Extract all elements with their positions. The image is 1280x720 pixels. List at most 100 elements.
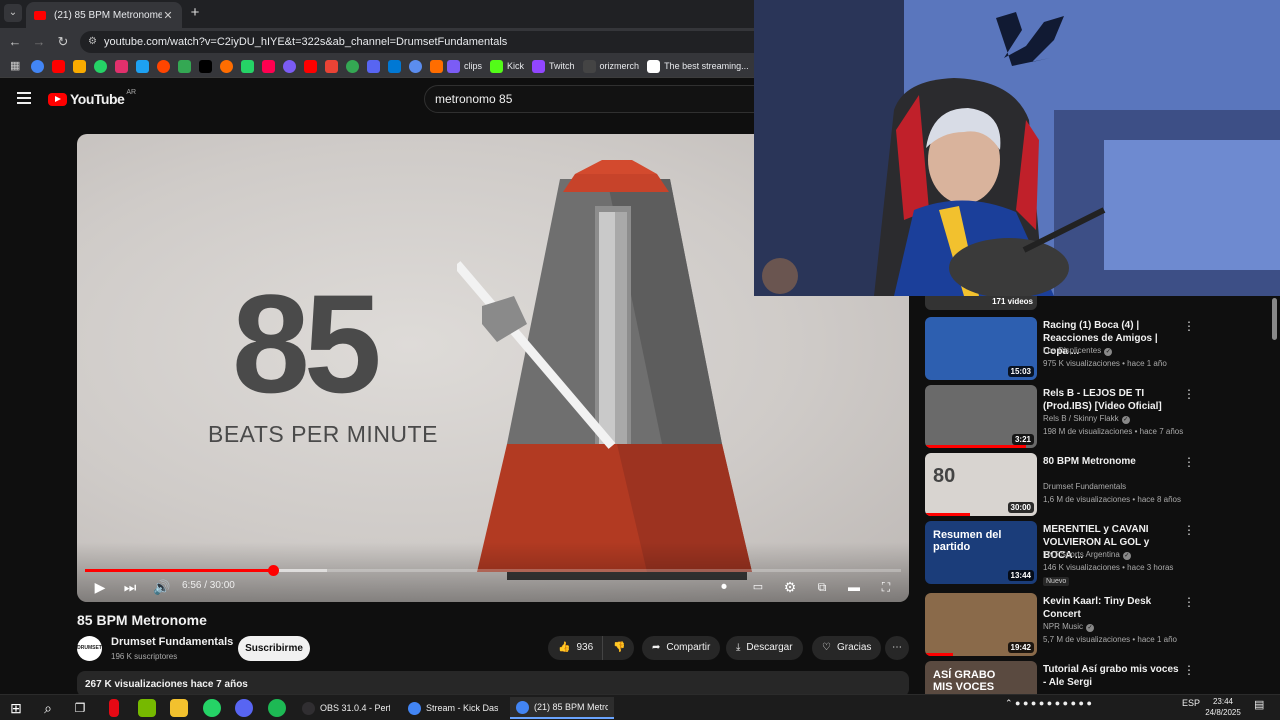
taskbar-app-label: OBS 31.0.4 - Perfil: ... xyxy=(320,703,390,713)
share-button[interactable]: ➦ Compartir xyxy=(642,636,721,660)
recommended-video[interactable]: 19:42 Kevin Kaarl: Tiny Desk Concert NPR M… xyxy=(925,593,1255,657)
bookmark-site-icon[interactable] xyxy=(262,59,275,73)
thanks-button[interactable]: ♡ Gracias xyxy=(812,636,882,660)
video-thumbnail[interactable]: 80 30:00 xyxy=(925,453,1037,516)
more-actions-icon[interactable]: ⋯ xyxy=(885,636,909,660)
bookmark-item[interactable]: orizmerch xyxy=(582,59,639,73)
recommended-video[interactable]: 80 30:00 80 BPM Metronome Drumset Fundament… xyxy=(925,453,1255,517)
taskbar-app-button[interactable]: (21) 85 BPM Metro... xyxy=(510,697,614,719)
more-options-icon[interactable]: ⋮ xyxy=(1183,455,1195,469)
bookmark-item[interactable]: clips xyxy=(447,59,482,73)
volume-icon[interactable]: 🔊 xyxy=(153,577,171,597)
more-options-icon[interactable]: ⋮ xyxy=(1183,387,1195,401)
bookmark-site-icon[interactable] xyxy=(388,59,401,73)
spotify-icon[interactable] xyxy=(268,699,286,717)
bookmark-site-icon[interactable] xyxy=(304,59,317,73)
bookmark-item[interactable]: The best streaming... xyxy=(647,59,749,73)
play-icon[interactable]: ▶ xyxy=(91,577,109,597)
sidebar-scrollbar-thumb[interactable] xyxy=(1272,298,1277,340)
bookmark-site-icon[interactable] xyxy=(409,59,422,73)
nvidia-icon[interactable] xyxy=(138,699,156,717)
bookmark-site-icon[interactable] xyxy=(220,59,233,73)
bookmark-site-icon[interactable] xyxy=(346,59,359,73)
next-video-icon[interactable]: ⏭ xyxy=(121,577,139,597)
video-thumbnail[interactable]: 19:42 xyxy=(925,593,1037,656)
theater-mode-icon[interactable]: ▬ xyxy=(845,577,863,597)
subtitles-icon[interactable]: ▭ xyxy=(749,577,767,597)
bookmark-site-icon[interactable] xyxy=(178,59,191,73)
progress-scrubber-handle[interactable] xyxy=(268,565,279,576)
tray-icons[interactable]: ⌃ ● ● ● ● ● ● ● ● ● ● xyxy=(1005,698,1092,709)
browser-tab-active[interactable]: (21) 85 BPM Metronome - YouT ✕ xyxy=(26,2,182,28)
bookmark-item[interactable]: Twitch xyxy=(532,59,575,73)
recommended-video-title[interactable]: Tutorial Así grabo mis voces - Ale Sergi xyxy=(1043,663,1181,689)
bookmark-site-icon[interactable] xyxy=(73,59,86,73)
discord-icon[interactable] xyxy=(235,699,253,717)
recommended-video-title[interactable]: 80 BPM Metronome xyxy=(1043,455,1181,468)
recommended-channel[interactable]: Drumset Fundamentals xyxy=(1043,482,1126,491)
system-clock[interactable]: 23:44 24/8/2025 xyxy=(1198,696,1248,718)
netflix-icon[interactable] xyxy=(109,699,119,717)
bookmark-site-icon[interactable] xyxy=(52,59,65,73)
bookmark-site-icon[interactable] xyxy=(430,59,443,73)
recommended-channel[interactable]: Rels B / Skinny Flakk ✓ xyxy=(1043,414,1130,424)
file-explorer-icon[interactable] xyxy=(170,699,188,717)
bookmark-site-icon[interactable] xyxy=(31,59,44,73)
tab-close-icon[interactable]: ✕ xyxy=(162,9,174,22)
new-tab-plus-icon[interactable]: + xyxy=(186,4,204,22)
windows-start-icon[interactable]: ⊞ xyxy=(7,699,25,717)
download-button[interactable]: ⤓ Descargar xyxy=(726,636,803,660)
back-arrow-icon[interactable]: ← xyxy=(6,33,24,51)
more-options-icon[interactable]: ⋮ xyxy=(1183,319,1195,333)
bookmark-site-icon[interactable] xyxy=(157,59,170,73)
recommended-video[interactable]: 15:03 Racing (1) Boca (4) | Reacciones de… xyxy=(925,317,1255,381)
more-options-icon[interactable]: ⋮ xyxy=(1183,663,1195,677)
video-thumbnail[interactable]: 15:03 xyxy=(925,317,1037,380)
recommended-video[interactable]: 3:21 Rels B - LEJOS DE TI (Prod.IBS) [Vid… xyxy=(925,385,1255,449)
more-options-icon[interactable]: ⋮ xyxy=(1183,595,1195,609)
apps-grid-icon[interactable]: ▦ xyxy=(10,60,23,73)
video-thumbnail[interactable]: Resumen del partido 13:44 xyxy=(925,521,1037,584)
recommended-channel[interactable]: NPR Music ✓ xyxy=(1043,622,1095,632)
bookmark-site-icon[interactable] xyxy=(283,59,296,73)
bookmark-site-icon[interactable] xyxy=(325,59,338,73)
site-info-icon[interactable]: ⚙ xyxy=(88,31,97,53)
autoplay-toggle[interactable]: ⏺ xyxy=(712,577,736,597)
bookmark-site-icon[interactable] xyxy=(199,59,212,73)
more-options-icon[interactable]: ⋮ xyxy=(1183,523,1195,537)
screen: ⌄ (21) 85 BPM Metronome - YouT ✕ + ← → ↻… xyxy=(0,0,1280,720)
subscribe-button[interactable]: Suscribirme xyxy=(238,636,310,661)
taskbar-app-button[interactable]: Stream - Kick Dash... xyxy=(402,697,504,719)
forward-arrow-icon[interactable]: → xyxy=(30,33,48,51)
recommended-channel[interactable]: TNT Sports Argentina ✓ xyxy=(1043,550,1131,560)
like-button[interactable]: 👍 936 xyxy=(548,636,602,660)
like-count: 936 xyxy=(576,642,594,653)
bookmark-site-icon[interactable] xyxy=(136,59,149,73)
miniplayer-icon[interactable]: ⧉ xyxy=(813,577,831,597)
settings-gear-icon[interactable]: ⚙ xyxy=(781,577,799,597)
recommended-video[interactable]: Resumen del partido 13:44 MERENTIEL y CAVA… xyxy=(925,521,1255,586)
recommended-channel[interactable]: Los Displicentes ✓ xyxy=(1043,346,1113,356)
fullscreen-icon[interactable]: ⛶ xyxy=(877,577,895,597)
dislike-button[interactable]: 👎 xyxy=(602,636,634,660)
task-view-icon[interactable]: ❐ xyxy=(71,699,89,717)
recommended-video-title[interactable]: Rels B - LEJOS DE TI (Prod.IBS) [Video O… xyxy=(1043,387,1181,413)
bookmark-item[interactable]: Kick xyxy=(490,59,524,73)
recommended-video-title[interactable]: Kevin Kaarl: Tiny Desk Concert xyxy=(1043,595,1181,621)
bookmark-site-icon[interactable] xyxy=(94,59,107,73)
bookmark-site-icon[interactable] xyxy=(367,59,380,73)
tab-search-chevron-icon[interactable]: ⌄ xyxy=(4,4,22,22)
bookmark-site-icon[interactable] xyxy=(241,59,254,73)
video-thumbnail[interactable]: 3:21 xyxy=(925,385,1037,448)
search-icon[interactable]: ⌕ xyxy=(39,699,57,717)
channel-name[interactable]: Drumset Fundamentals xyxy=(111,636,233,648)
playlist-thumb-strip[interactable]: 171 videos xyxy=(925,296,1037,310)
bookmark-site-icon[interactable] xyxy=(115,59,128,73)
notifications-icon[interactable]: ▤ xyxy=(1254,698,1264,711)
whatsapp-icon[interactable] xyxy=(203,699,221,717)
youtube-logo[interactable]: YouTube AR xyxy=(48,89,136,107)
channel-avatar[interactable]: DRUMSET xyxy=(77,636,102,661)
taskbar-app-button[interactable]: OBS 31.0.4 - Perfil: ... xyxy=(296,697,396,719)
menu-hamburger-icon[interactable] xyxy=(17,92,31,104)
reload-icon[interactable]: ↻ xyxy=(54,33,72,51)
